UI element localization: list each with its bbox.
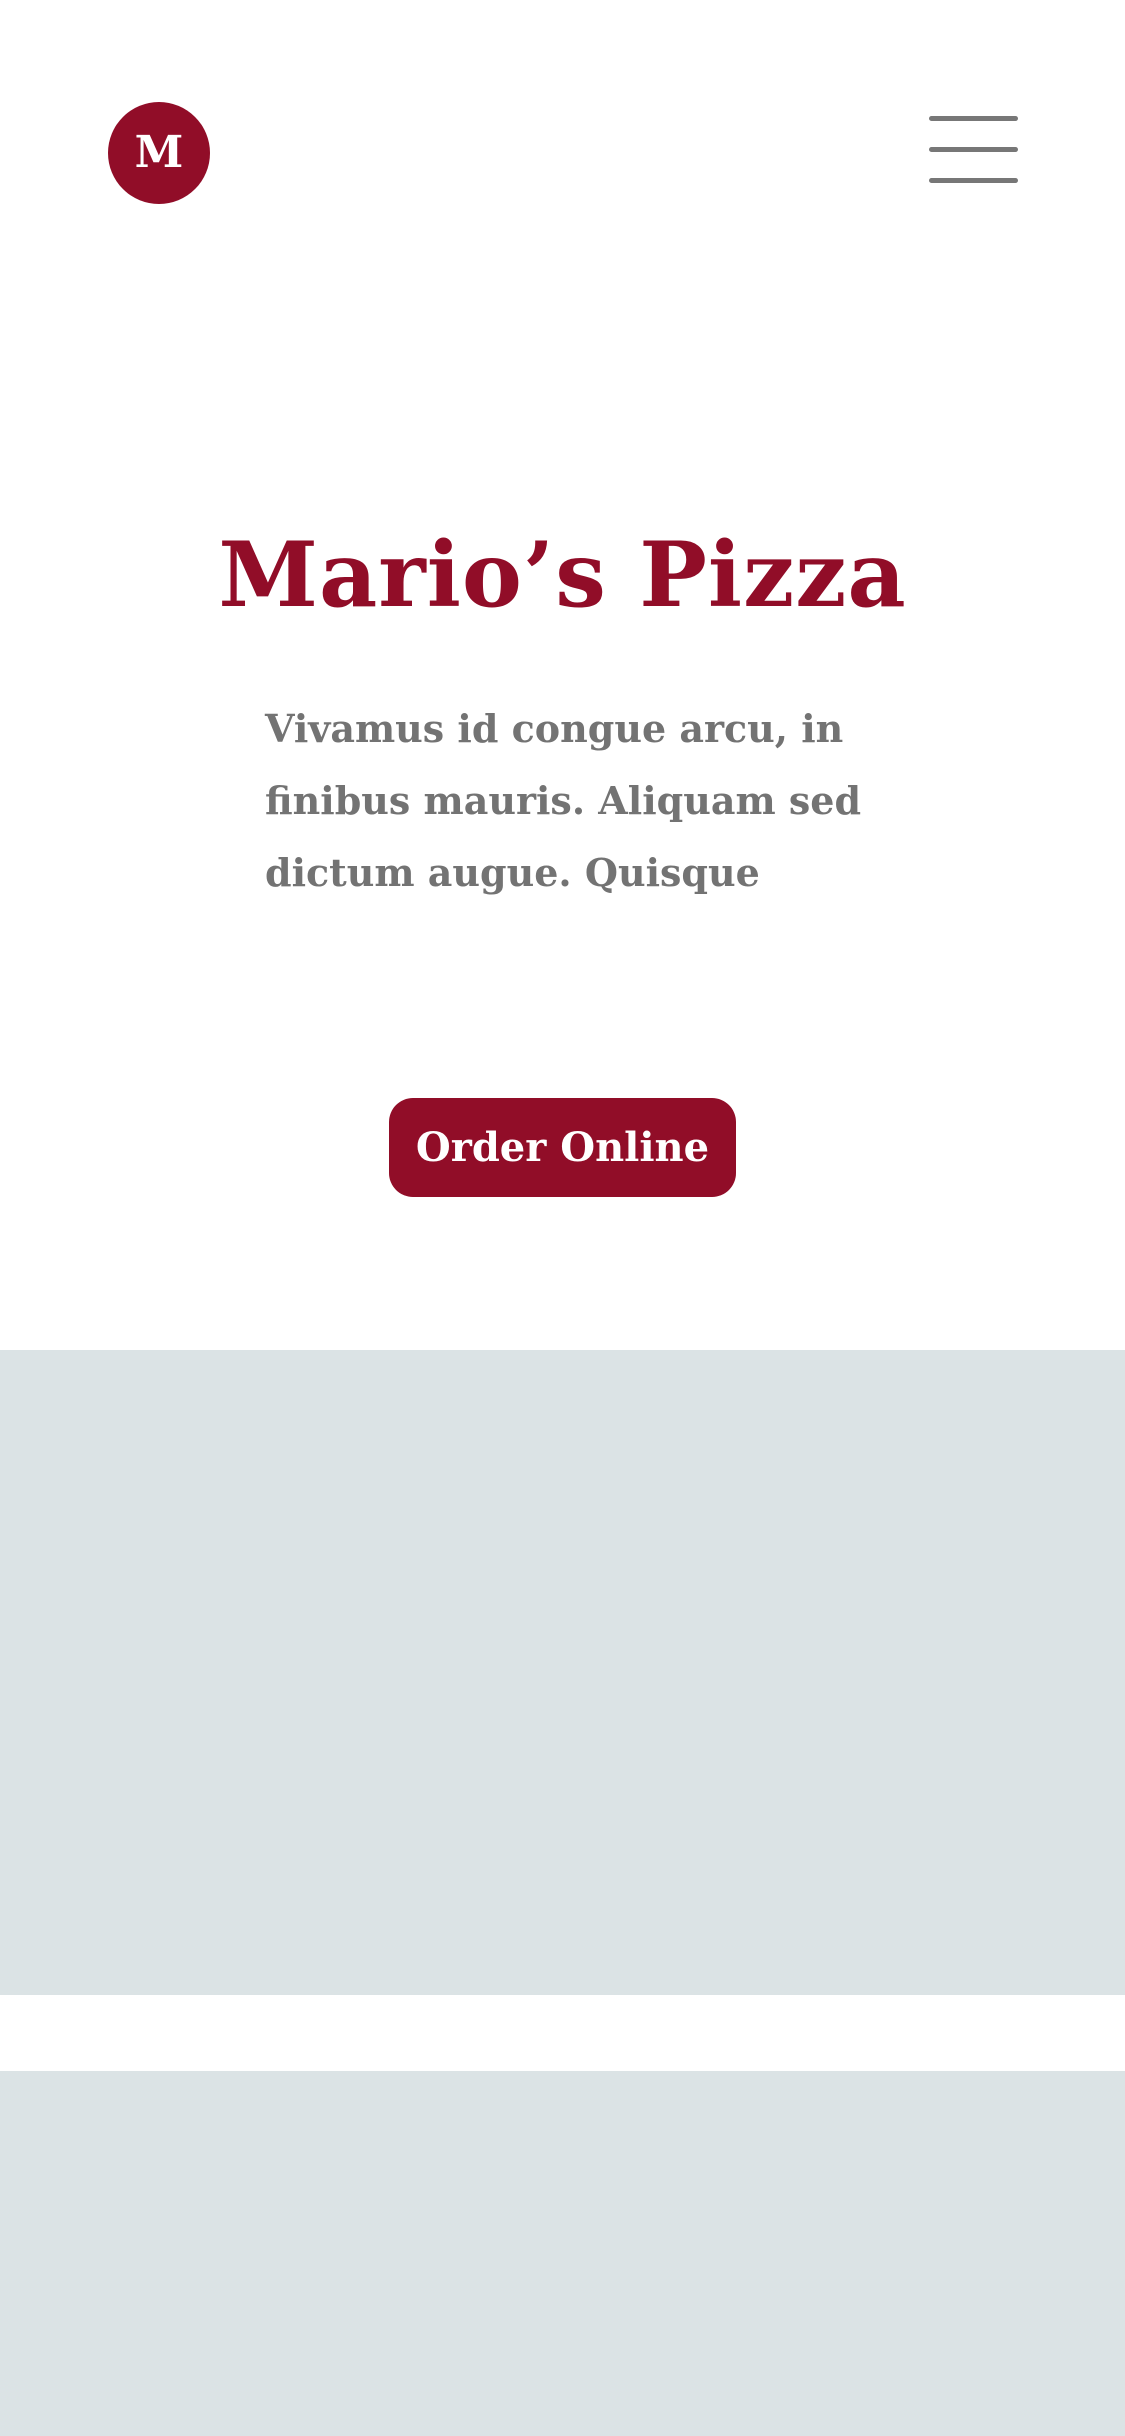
hamburger-menu-icon[interactable] (924, 112, 1018, 190)
menu-bar-middle (929, 147, 1018, 152)
page-title: Mario’s Pizza (218, 522, 907, 628)
image-placeholder-1 (0, 1350, 1125, 1995)
menu-bar-bottom (929, 178, 1018, 183)
logo-letter: M (134, 127, 184, 178)
site-header: M (0, 0, 1125, 300)
image-placeholder-2 (0, 2071, 1125, 2436)
logo[interactable]: M (108, 102, 210, 204)
order-online-button[interactable]: Order Online (389, 1098, 736, 1197)
hero-description: Vivamus id congue arcu, in finibus mauri… (265, 706, 862, 895)
menu-bar-top (929, 116, 1018, 121)
